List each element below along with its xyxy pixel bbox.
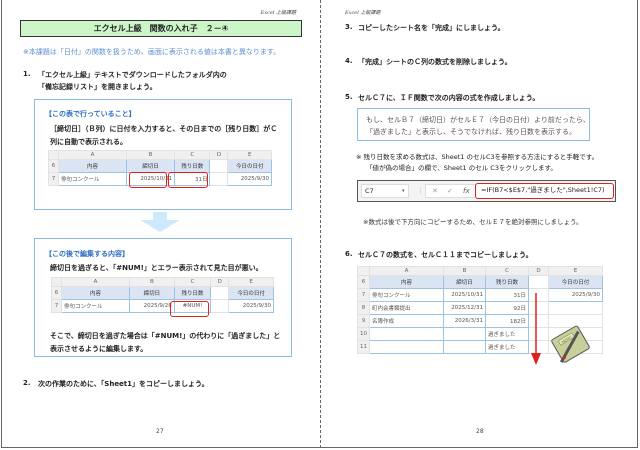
formula-bar: C7 ▾ ⋮ ✕ ✓ fx =IF(B7<$E$7,"過ぎました",Sheet1… [357,180,616,202]
cancel-icon[interactable]: ✕ [432,184,438,198]
condition-text: 「過ぎました」と表示し、そうでなければ、残り日数を表示する。 [366,128,576,136]
formula-input[interactable]: =IF(B7<$E$7,"過ぎました",Sheet1!C7) [475,183,614,199]
page-header: Excel 上級課題 [345,10,381,16]
memo-notebook-icon: MEMO [551,325,590,363]
box-heading: 【この後で編集する内容】 [45,250,129,258]
tip-text: 「値が偽の場合」の欄で、Sheet1 のセル C3をクリックします。 [366,164,557,172]
box-heading: 【この表で行っていること】 [45,110,136,118]
insert-function-icon[interactable]: fx [463,184,470,198]
step-number: 4. [345,57,353,65]
step-number: 3. [345,23,353,31]
step-number: 5. [345,93,353,101]
page-number: 27 [156,428,164,435]
step1-line2: 「備忘記録リスト」を開きましょう。 [38,83,157,91]
step6-text: セルＣ７の数式を、セルＣ１１までコピーしましょう。 [358,251,533,259]
table-row: 8 町内会書類提出 2025/12/31 92日 [357,301,603,315]
more-icon: ⋮ [417,187,424,195]
fill-down-arrow-icon [531,293,541,365]
step5-text: セルＣ７に、ＩＦ関数で次の内容の式を作成しましょう。 [358,94,540,102]
note-text: ※数式は後で下方向にコピーするため、セルＥ７を絶対参照にしましょう。 [363,218,583,226]
highlight-deadline [129,172,167,188]
condition-text: もし、セルＢ７（締切日）がセルＥ７（今日の日付）より前だったら、 [366,116,590,124]
table-row: 7 俳句コンクール 2025/10/31 31日 2025/9/30 [357,288,603,302]
highlight-remaining [168,172,208,188]
page-header: Excel 上級課題 [260,10,296,16]
tip-text: ※ 残り日数を求める数式は、Sheet1 のセルC3を参照する方法にすると手軽で… [356,153,599,161]
step-number: 6. [345,250,353,258]
box-text: 締切日を過ぎると、「#NUM!」とエラー表示されて見た目が悪い。 [50,264,263,272]
spreadsheet-excerpt: ABCDE 6 内容 締切日 残り日数 今日の日付 7 俳句コンクール 2025/9/28 #… [51,277,274,313]
highlight-error [170,301,209,317]
chevron-down-icon[interactable]: ▾ [402,184,405,198]
step1-line1: 「エクセル上級」テキストでダウンロードしたフォルダ内の [38,71,227,79]
step2-text: 次の作業のために、「Sheet1」をコピーしましょう。 [38,380,209,388]
page-number: 28 [476,428,484,435]
page-title: エクセル上級 関数の入れ子 ２－④ [20,20,302,37]
step-number: 1. [23,70,31,78]
step4-text: 「完成」シートのＣ列の数式を削除しましょう。 [358,58,512,66]
step3-text: コピーしたシート名を「完成」にしましょう。 [358,24,505,32]
enter-icon[interactable]: ✓ [447,184,453,198]
box-text: そこで、締切日を過ぎた場合は「#NUM!」の代わりに「過ぎました」と [50,332,281,340]
box-text: 列に自動で表示される。 [50,138,127,146]
box-text: 表示させるように編集します。 [50,345,148,353]
notice-text: ※本課題は「日付」の関数を扱うため、画面に表示される値は本書と異なります。 [23,48,281,56]
box-text: ［締切日］（Ｂ列）に日付を入力すると、その日までの［残り日数］がＣ [50,125,278,133]
down-arrow-icon [140,212,180,232]
step-number: 2. [23,379,31,387]
